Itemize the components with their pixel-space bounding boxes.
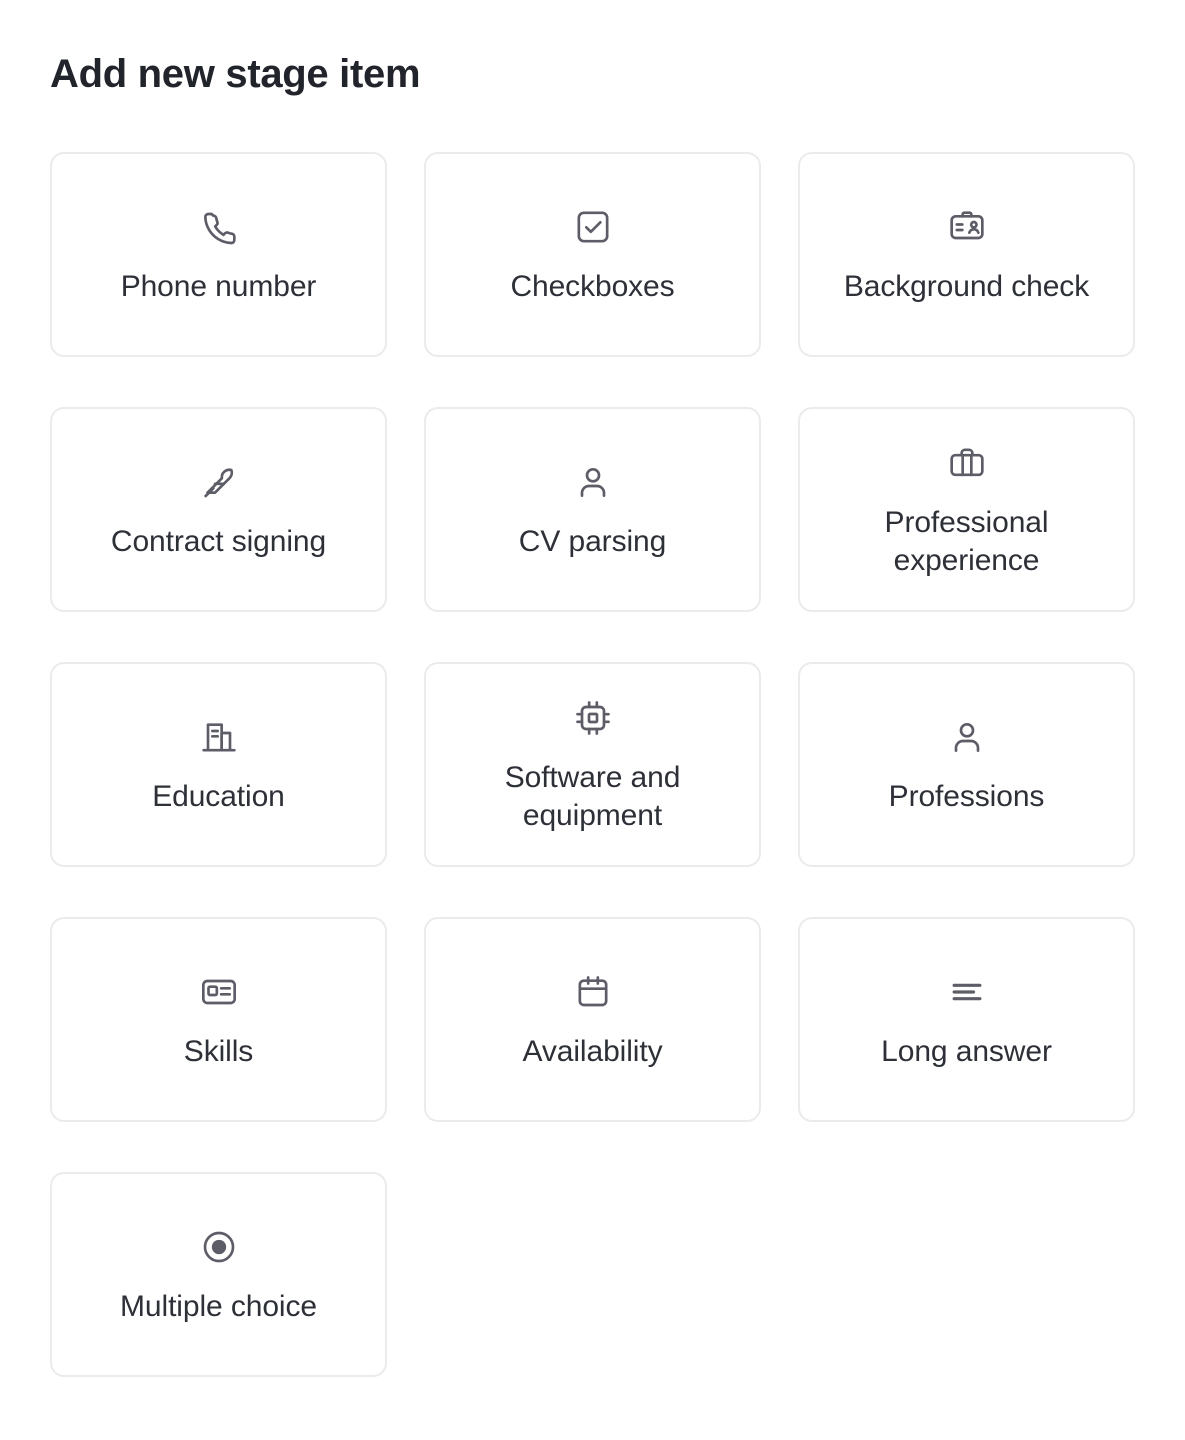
stage-item-card-cv-parsing[interactable]: CV parsing xyxy=(424,407,761,612)
stage-item-card-label: Phone number xyxy=(120,269,317,303)
calendar-icon xyxy=(573,969,613,1015)
text-lines-icon xyxy=(947,969,987,1015)
stage-item-card-label: Software and equipment xyxy=(504,761,681,832)
id-badge-icon xyxy=(947,204,987,250)
stage-item-card-skills[interactable]: Skills xyxy=(50,917,387,1122)
stage-item-card-software-and-equipment[interactable]: Software and equipment xyxy=(424,662,761,867)
stage-item-card-phone-number[interactable]: Phone number xyxy=(50,152,387,357)
stage-item-card-checkboxes[interactable]: Checkboxes xyxy=(424,152,761,357)
briefcase-icon xyxy=(947,440,987,486)
stage-item-card-label: Checkboxes xyxy=(510,269,675,303)
person-icon xyxy=(573,459,613,505)
stage-item-card-label: Multiple choice xyxy=(120,1289,317,1323)
stage-item-card-grid: Phone number Checkboxes Background check Co… xyxy=(50,152,1135,1377)
add-stage-item-panel: Add new stage item Phone number Checkboxe… xyxy=(0,0,1185,1440)
stage-item-card-professional-experience[interactable]: Professional experience xyxy=(798,407,1135,612)
stage-item-card-label: Availability xyxy=(522,1034,663,1068)
stage-item-card-contract-signing[interactable]: Contract signing xyxy=(50,407,387,612)
stage-item-card-availability[interactable]: Availability xyxy=(424,917,761,1122)
building-icon xyxy=(199,714,239,760)
stage-item-card-label: Background check xyxy=(843,269,1090,303)
stage-item-card-label: Professions xyxy=(888,779,1045,813)
stage-item-card-label: CV parsing xyxy=(518,524,667,558)
id-card-icon xyxy=(199,969,239,1015)
stage-item-card-background-check[interactable]: Background check xyxy=(798,152,1135,357)
phone-icon xyxy=(199,204,239,250)
stage-item-card-label: Education xyxy=(152,779,285,813)
page-title: Add new stage item xyxy=(50,52,421,96)
stage-item-card-label: Long answer xyxy=(881,1034,1052,1068)
feather-pen-icon xyxy=(199,459,239,505)
checkbox-icon xyxy=(573,204,613,250)
stage-item-card-multiple-choice[interactable]: Multiple choice xyxy=(50,1172,387,1377)
stage-item-card-education[interactable]: Education xyxy=(50,662,387,867)
stage-item-card-long-answer[interactable]: Long answer xyxy=(798,917,1135,1122)
stage-item-card-label: Professional experience xyxy=(884,506,1049,577)
stage-item-card-label: Contract signing xyxy=(110,524,327,558)
cpu-chip-icon xyxy=(573,695,613,741)
stage-item-card-professions[interactable]: Professions xyxy=(798,662,1135,867)
stage-item-card-label: Skills xyxy=(183,1034,254,1068)
person-icon xyxy=(947,714,987,760)
radio-selected-icon xyxy=(199,1224,239,1270)
